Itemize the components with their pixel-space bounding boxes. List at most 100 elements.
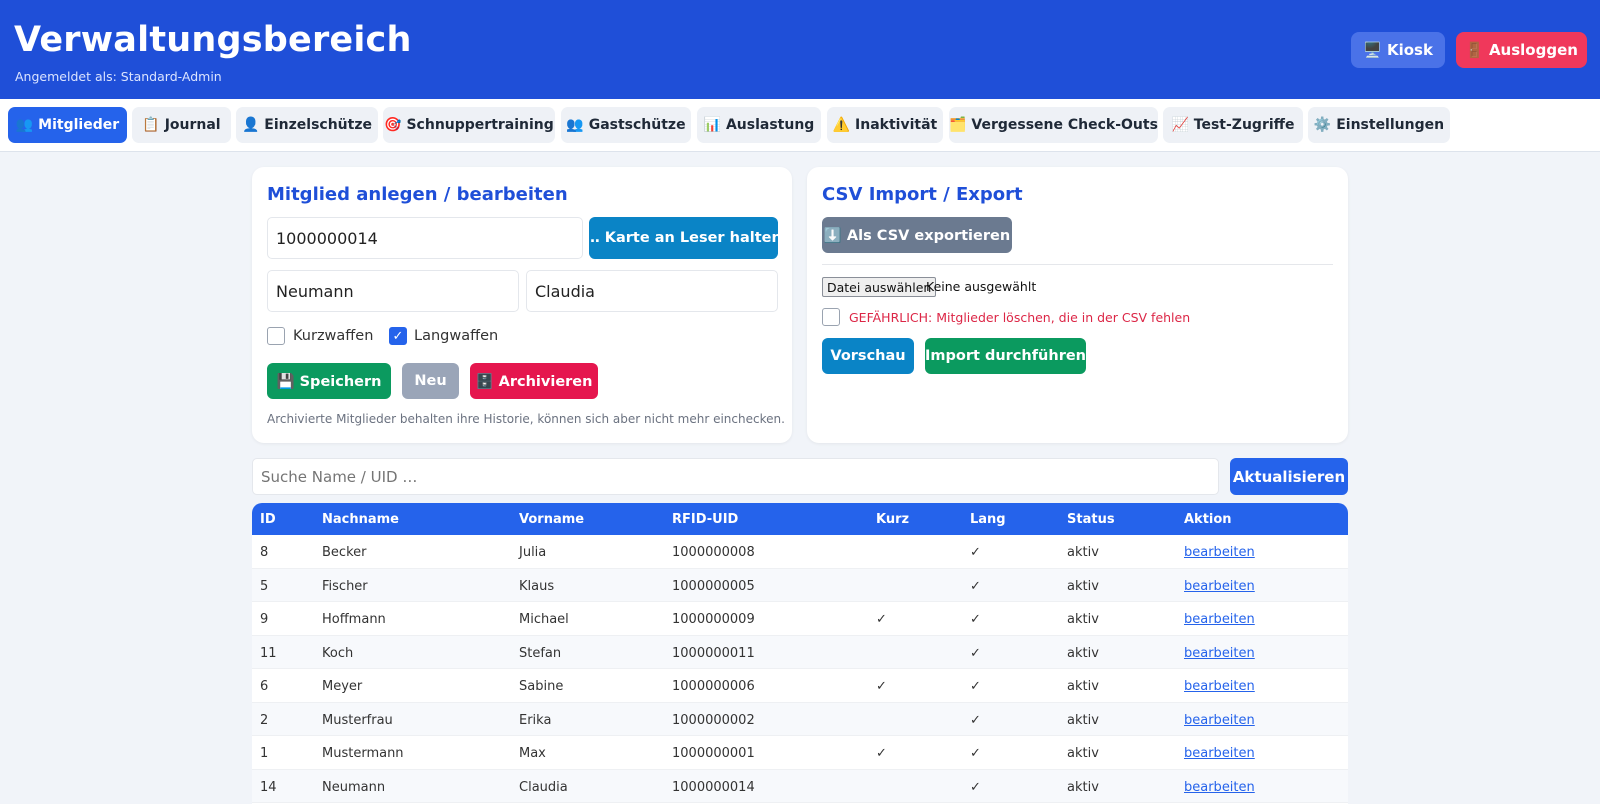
table-row: 14 Neumann Claudia 1000000014 ✓ aktiv bearbeit… xyxy=(252,769,1348,803)
csv-preview-button[interactable]: Vorschau xyxy=(822,338,914,374)
csv-card: CSV Import / Export ⬇️ Als CSV exportier… xyxy=(807,167,1348,443)
cell-lang: ✓ xyxy=(970,746,981,761)
cell-last: Koch xyxy=(322,645,354,661)
cell-lang: ✓ xyxy=(970,645,981,661)
edit-link[interactable]: bearbeiten xyxy=(1184,646,1255,661)
table-body: 8 Becker Julia 1000000008 ✓ aktiv bearbeiten 5 F… xyxy=(252,535,1348,803)
table-row: 5 Fischer Klaus 1000000005 ✓ aktiv bearbeiten xyxy=(252,568,1348,602)
cell-status: aktiv xyxy=(1067,679,1099,694)
cell-id: 8 xyxy=(260,545,269,560)
cell-status: aktiv xyxy=(1067,712,1099,728)
cell-uid: 1000000008 xyxy=(672,545,755,560)
cell-action: bearbeiten xyxy=(1184,612,1255,627)
cell-last: Neumann xyxy=(322,779,386,795)
cell-first: Sabine xyxy=(519,679,564,694)
cell-lang: ✓ xyxy=(970,578,981,594)
cell-id: 14 xyxy=(260,779,277,795)
langwaffen-checkbox[interactable]: ✓ xyxy=(389,327,407,345)
cell-lang: ✓ xyxy=(970,712,981,728)
divider xyxy=(822,264,1333,265)
cell-status: aktiv xyxy=(1067,746,1099,761)
cell-action: bearbeiten xyxy=(1184,746,1255,761)
danger-delete-checkbox[interactable] xyxy=(822,308,840,326)
new-button[interactable]: Neu xyxy=(402,363,459,399)
archive-button[interactable]: 🗄️ Archivieren xyxy=(470,363,598,399)
member-form-title: Mitglied anlegen / bearbeiten xyxy=(267,184,568,205)
cell-last: Meyer xyxy=(322,679,363,694)
cell-action: bearbeiten xyxy=(1184,579,1255,594)
tab-einzelschuetze[interactable]: 👤 Einzelschütze xyxy=(236,107,378,143)
table-header: ID Nachname Vorname RFID-UID Kurz Lang S… xyxy=(252,503,1348,535)
cell-kurz: ✓ xyxy=(876,679,887,694)
logout-button[interactable]: 🚪 Ausloggen xyxy=(1456,32,1587,68)
cell-uid: 1000000001 xyxy=(672,746,755,761)
lastname-input[interactable]: Neumann xyxy=(267,270,519,312)
cell-uid: 1000000005 xyxy=(672,578,755,594)
cell-first: Stefan xyxy=(519,645,562,661)
save-button[interactable]: 💾 Speichern xyxy=(267,363,391,399)
cell-lang: ✓ xyxy=(970,545,981,560)
table-row: 9 Hoffmann Michael 1000000009 ✓ ✓ aktiv bearbei… xyxy=(252,602,1348,636)
csv-export-button[interactable]: ⬇️ Als CSV exportieren xyxy=(822,217,1012,253)
edit-link[interactable]: bearbeiten xyxy=(1184,713,1255,728)
cell-action: bearbeiten xyxy=(1184,646,1255,661)
tab-bar: 👥 Mitglieder 📋 Journal 👤 Einzelschütze 🎯… xyxy=(0,99,1600,152)
csv-title: CSV Import / Export xyxy=(822,184,1023,205)
member-form-card: Mitglied anlegen / bearbeiten 1000000014… xyxy=(252,167,792,443)
edit-link[interactable]: bearbeiten xyxy=(1184,545,1255,560)
file-status: Keine ausgewählt xyxy=(926,279,1037,294)
col-kurz: Kurz xyxy=(876,512,910,527)
tab-auslastung[interactable]: 📊 Auslastung xyxy=(697,107,821,143)
file-choose-button[interactable]: Datei auswählen xyxy=(822,277,937,297)
tab-test-zugriffe[interactable]: 📈 Test-Zugriffe xyxy=(1163,107,1303,143)
cell-last: Musterfrau xyxy=(322,712,393,728)
cell-action: bearbeiten xyxy=(1184,780,1255,795)
cell-first: Max xyxy=(519,746,546,761)
danger-delete-label: GEFÄHRLICH: Mitglieder löschen, die in d… xyxy=(849,310,1191,325)
cell-kurz: ✓ xyxy=(876,746,887,761)
uid-input[interactable]: 1000000014 xyxy=(267,217,583,259)
cell-uid: 1000000014 xyxy=(672,779,755,795)
kurzwaffen-checkbox[interactable] xyxy=(267,327,285,345)
tab-einstellungen[interactable]: ⚙️ Einstellungen xyxy=(1308,107,1450,143)
search-input[interactable] xyxy=(252,458,1219,495)
table-row: 11 Koch Stefan 1000000011 ✓ aktiv bearbeiten xyxy=(252,635,1348,669)
csv-import-button[interactable]: Import durchführen xyxy=(925,338,1086,374)
tab-journal[interactable]: 📋 Journal xyxy=(132,107,231,143)
cell-status: aktiv xyxy=(1067,779,1099,795)
tab-vergessene-checkouts[interactable]: 🗂️ Vergessene Check-Outs xyxy=(949,107,1158,143)
cell-kurz: ✓ xyxy=(876,612,887,627)
edit-link[interactable]: bearbeiten xyxy=(1184,612,1255,627)
tab-schnuppertraining[interactable]: 🎯 Schnuppertraining xyxy=(383,107,555,143)
tab-gastschuetze[interactable]: 👥 Gastschütze xyxy=(561,107,691,143)
edit-link[interactable]: bearbeiten xyxy=(1184,679,1255,694)
col-lang: Lang xyxy=(970,512,1006,527)
cell-action: bearbeiten xyxy=(1184,713,1255,728)
tab-inaktivitaet[interactable]: ⚠️ Inaktivität xyxy=(827,107,943,143)
edit-link[interactable]: bearbeiten xyxy=(1184,746,1255,761)
tab-mitglieder[interactable]: 👥 Mitglieder xyxy=(8,107,127,143)
logged-in-user: Angemeldet als: Standard-Admin xyxy=(15,69,222,84)
cell-action: bearbeiten xyxy=(1184,679,1255,694)
col-rfid: RFID-UID xyxy=(672,512,739,527)
app-header: Verwaltungsbereich Angemeldet als: Stand… xyxy=(0,0,1600,99)
cell-uid: 1000000009 xyxy=(672,612,755,627)
cell-first: Claudia xyxy=(519,779,568,795)
read-card-button[interactable]: … Karte an Leser halten xyxy=(585,217,782,259)
page-title: Verwaltungsbereich xyxy=(14,20,412,60)
firstname-input[interactable]: Claudia xyxy=(526,270,778,312)
cell-lang: ✓ xyxy=(970,779,981,795)
edit-link[interactable]: bearbeiten xyxy=(1184,579,1255,594)
archive-hint: Archivierte Mitglieder behalten ihre His… xyxy=(267,412,785,426)
cell-status: aktiv xyxy=(1067,578,1099,594)
cell-first: Erika xyxy=(519,712,552,728)
edit-link[interactable]: bearbeiten xyxy=(1184,780,1255,795)
cell-lang: ✓ xyxy=(970,679,981,694)
col-id: ID xyxy=(260,512,276,527)
langwaffen-label: Langwaffen xyxy=(414,328,499,344)
refresh-button[interactable]: Aktualisieren xyxy=(1230,458,1348,495)
col-vorname: Vorname xyxy=(519,512,585,527)
cell-status: aktiv xyxy=(1067,645,1099,661)
cell-uid: 1000000006 xyxy=(672,679,755,694)
kiosk-button[interactable]: 🖥️ Kiosk xyxy=(1351,32,1445,68)
